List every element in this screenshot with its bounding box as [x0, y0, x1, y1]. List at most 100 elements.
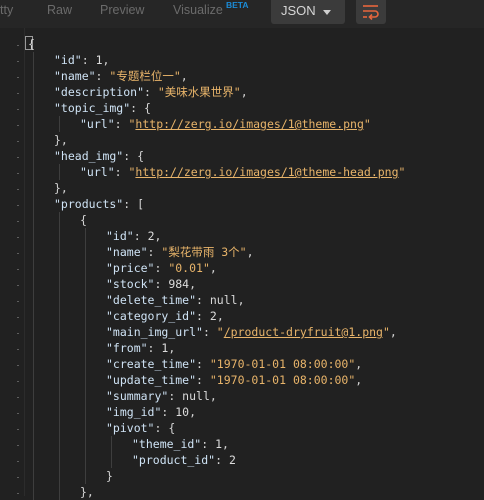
code-line: "price": "0.01",: [106, 260, 217, 276]
gutter-marker: [17, 477, 19, 478]
code-token: :: [114, 117, 129, 131]
code-token: ,: [237, 293, 245, 307]
code-token: :: [196, 373, 210, 387]
code-token: 2: [209, 309, 217, 323]
code-token: "category_id": [106, 309, 197, 323]
response-body-editor[interactable]: {"id": 1, "name": "专题栏位一", "description": …: [0, 28, 484, 500]
gutter-marker: [17, 461, 19, 462]
tab-pretty[interactable]: tty: [0, 3, 13, 17]
code-line: },: [80, 484, 94, 500]
wrap-lines-button[interactable]: [356, 0, 386, 24]
code-token: "update_time": [106, 373, 197, 387]
code-token: :: [196, 309, 210, 323]
beta-badge: BETA: [226, 0, 249, 10]
code-line: "url": "http://zerg.io/images/1@theme.pn…: [80, 116, 371, 132]
code-token: 1: [215, 437, 223, 451]
code-token: :: [114, 165, 129, 179]
code-token: "theme_id": [132, 437, 202, 451]
code-line: "name": "梨花带雨 3个",: [106, 244, 254, 260]
code-token: {: [80, 213, 87, 227]
gutter-marker: [17, 381, 19, 382]
code-token: "price": [106, 261, 155, 275]
format-select[interactable]: JSON: [271, 0, 345, 24]
gutter-marker: [17, 221, 19, 222]
code-token: "name": [106, 245, 148, 259]
code-token: ,: [246, 245, 254, 259]
gutter-marker: [17, 253, 19, 254]
gutter-marker: [17, 189, 19, 190]
code-token: :: [133, 229, 148, 243]
gutter-marker: [17, 93, 19, 94]
code-token: "id": [106, 229, 134, 243]
gutter-marker: [17, 365, 19, 366]
tab-raw[interactable]: Raw: [47, 3, 72, 17]
code-line: "head_img": {: [54, 148, 144, 164]
code-token: ,: [180, 69, 188, 83]
tab-visualize[interactable]: Visualize: [173, 3, 223, 17]
code-token: ,: [240, 85, 248, 99]
code-token: ,: [222, 437, 229, 451]
code-line: "category_id": 2,: [106, 308, 224, 324]
gutter-marker: [17, 269, 19, 270]
code-token: : {: [154, 421, 176, 435]
code-token: }: [106, 469, 113, 483]
gutter-marker: [17, 429, 19, 430]
code-line: "img_id": 10,: [106, 404, 196, 420]
code-token: {: [28, 37, 35, 51]
code-token: "专题栏位一": [109, 69, 181, 83]
gutter-marker: [17, 77, 19, 78]
gutter-marker: [17, 125, 19, 126]
code-token: ,: [389, 325, 397, 339]
code-token: ,: [189, 405, 197, 419]
code-token: : {: [123, 149, 145, 163]
tab-preview[interactable]: Preview: [100, 3, 144, 17]
chevron-down-icon: [323, 10, 331, 15]
code-token: :: [168, 389, 183, 403]
code-token: "0.01": [168, 261, 210, 275]
code-line: {: [28, 36, 35, 52]
gutter-marker: [17, 237, 19, 238]
gutter-marker: [17, 45, 19, 46]
code-token: ": [382, 325, 390, 339]
url-link[interactable]: http://zerg.io/images/1@theme-head.png: [135, 165, 398, 179]
code-token: ": [216, 325, 224, 339]
gutter-marker: [17, 333, 19, 334]
indent-guide: [59, 212, 60, 500]
code-token: "summary": [106, 389, 169, 403]
code-token: "1970-01-01 08:00:00": [209, 373, 356, 387]
gutter-marker: [17, 349, 19, 350]
code-token: ,: [154, 229, 162, 243]
code-line: {: [80, 212, 87, 228]
code-token: :: [144, 85, 158, 99]
gutter-marker: [17, 173, 19, 174]
code-token: :: [147, 341, 162, 355]
code-token: : {: [130, 101, 151, 115]
gutter-marker: [17, 109, 19, 110]
code-token: :: [215, 453, 229, 467]
url-link[interactable]: http://zerg.io/images/1@theme.png: [135, 117, 363, 131]
code-token: "img_id": [106, 405, 162, 419]
code-token: "from": [106, 341, 148, 355]
code-token: "product_id": [132, 453, 216, 467]
url-link[interactable]: /product-dryfruit@1.png: [224, 325, 383, 339]
code-token: :: [196, 357, 210, 371]
code-line: "pivot": {: [106, 420, 175, 436]
wrap-lines-icon: [363, 5, 379, 20]
code-token: "id": [54, 53, 82, 67]
code-token: :: [154, 261, 169, 275]
code-token: "梨花带雨 3个": [161, 245, 247, 259]
code-token: "stock": [106, 277, 155, 291]
code-line: "topic_img": {: [54, 100, 151, 116]
gutter-marker: [17, 285, 19, 286]
code-token: :: [196, 293, 210, 307]
code-line: "update_time": "1970-01-01 08:00:00",: [106, 372, 362, 388]
code-token: 984: [168, 277, 190, 291]
code-token: null: [209, 293, 238, 307]
gutter-marker: [17, 413, 19, 414]
format-select-label: JSON: [281, 3, 316, 18]
code-token: ,: [355, 373, 363, 387]
code-line: "delete_time": null,: [106, 292, 245, 308]
response-toolbar: tty Raw Preview Visualize BETA JSON: [0, 0, 484, 28]
code-token: :: [147, 245, 162, 259]
code-line: },: [54, 180, 68, 196]
